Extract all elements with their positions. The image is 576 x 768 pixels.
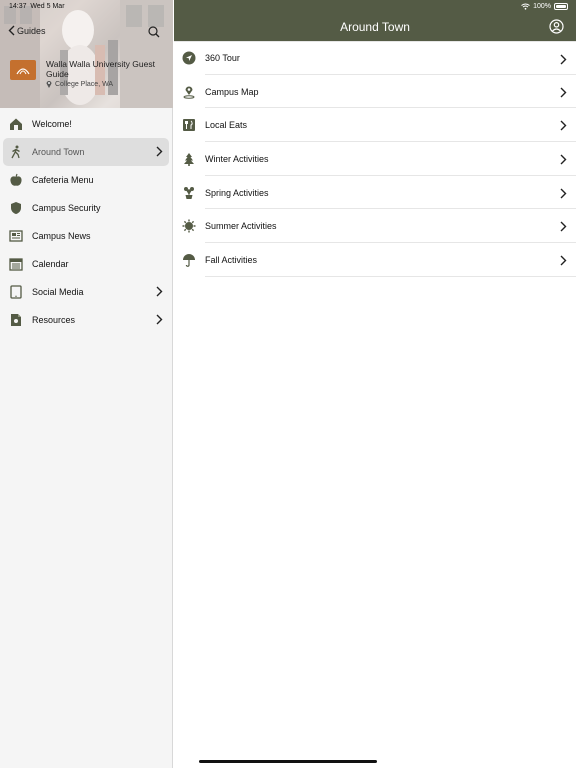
guide-hero: Guides Walla Walla University Guest Guid…: [0, 0, 173, 108]
chevron-right-icon: [560, 221, 567, 232]
battery-icon: [554, 3, 568, 10]
sidebar-item-label: Cafeteria Menu: [32, 175, 94, 185]
umbrella-icon: [181, 252, 197, 268]
sidebar-item-around-town[interactable]: Around Town: [0, 138, 172, 166]
list-item-local-eats[interactable]: Local Eats: [174, 108, 576, 142]
document-icon: [8, 312, 24, 328]
chevron-right-icon: [560, 120, 567, 131]
sidebar-item-label: Campus Security: [32, 203, 101, 213]
list-item-winter-activities[interactable]: Winter Activities: [174, 142, 576, 176]
sidebar-item-social-media[interactable]: Social Media: [0, 278, 172, 306]
chevron-right-icon: [156, 286, 163, 297]
chevron-left-icon: [8, 25, 15, 36]
sidebar-item-label: Campus News: [32, 231, 91, 241]
page-title: Around Town: [340, 20, 410, 34]
list-item-360-tour[interactable]: 360 Tour: [174, 41, 576, 75]
sidebar-item-calendar[interactable]: Calendar: [0, 250, 172, 278]
tablet-icon: [8, 284, 24, 300]
calendar-icon: [8, 256, 24, 272]
map-pin-icon: [181, 84, 197, 100]
back-button-label: Guides: [17, 25, 46, 36]
list-item-label: Local Eats: [205, 120, 248, 131]
status-time: 14:37 Wed 5 Mar: [9, 3, 65, 10]
sidebar-item-campus-news[interactable]: Campus News: [0, 222, 172, 250]
user-profile-icon: [549, 19, 564, 34]
location-pin-icon: [46, 81, 52, 88]
list-item-campus-map[interactable]: Campus Map: [174, 75, 576, 109]
sidebar-item-label: Social Media: [32, 287, 84, 297]
list-item-fall-activities[interactable]: Fall Activities: [174, 243, 576, 277]
search-icon: [148, 26, 160, 38]
list-item-label: Fall Activities: [205, 254, 258, 265]
sidebar: Guides Walla Walla University Guest Guid…: [0, 0, 173, 768]
sidebar-item-label: Calendar: [32, 259, 69, 269]
wifi-icon: [521, 3, 530, 10]
sidebar-item-cafeteria-menu[interactable]: Cafeteria Menu: [0, 166, 172, 194]
apple-icon: [8, 172, 24, 188]
sidebar-item-resources[interactable]: Resources: [0, 306, 172, 334]
flower-pot-icon: [181, 185, 197, 201]
status-indicators: 100%: [521, 3, 568, 10]
shield-icon: [8, 200, 24, 216]
guide-logo: [10, 60, 36, 80]
sidebar-item-label: Welcome!: [32, 119, 72, 129]
chevron-right-icon: [560, 255, 567, 266]
around-town-list: 360 Tour Campus Map Local Eats Winter Ac…: [174, 41, 576, 277]
sun-icon: [181, 218, 197, 234]
chevron-right-icon: [560, 188, 567, 199]
sidebar-item-label: Resources: [32, 315, 76, 325]
newspaper-icon: [8, 228, 24, 244]
list-item-label: Summer Activities: [205, 221, 277, 232]
guide-location: College Place, WA: [46, 80, 113, 88]
pine-tree-icon: [181, 151, 197, 167]
status-bar: 14:37 Wed 5 Mar 100%: [0, 0, 576, 14]
chevron-right-icon: [156, 146, 163, 157]
main-panel: Around Town 360 Tour Campus Map Local Ea…: [174, 0, 576, 768]
sidebar-item-campus-security[interactable]: Campus Security: [0, 194, 172, 222]
list-item-spring-activities[interactable]: Spring Activities: [174, 176, 576, 210]
back-button[interactable]: Guides: [8, 25, 46, 36]
sidebar-item-label: Around Town: [32, 147, 85, 157]
search-button[interactable]: [148, 25, 160, 43]
home-indicator[interactable]: [199, 760, 377, 763]
location-arrow-icon: [181, 50, 197, 66]
guide-location-label: College Place, WA: [55, 80, 114, 88]
list-item-label: Winter Activities: [205, 153, 269, 164]
guide-title: Walla Walla University Guest Guide: [46, 59, 155, 79]
chevron-right-icon: [156, 314, 163, 325]
sidebar-item-welcome[interactable]: Welcome!: [0, 110, 172, 138]
list-item-label: Spring Activities: [205, 187, 269, 198]
battery-percent: 100%: [533, 3, 551, 10]
list-item-label: 360 Tour: [205, 53, 240, 64]
hero-overlay: [0, 0, 173, 108]
walking-person-icon: [8, 144, 24, 160]
home-icon: [8, 116, 24, 132]
list-item-label: Campus Map: [205, 86, 259, 97]
chevron-right-icon: [560, 154, 567, 165]
profile-button[interactable]: [549, 19, 564, 39]
chevron-right-icon: [560, 87, 567, 98]
fork-knife-icon: [181, 117, 197, 133]
list-item-summer-activities[interactable]: Summer Activities: [174, 209, 576, 243]
sidebar-nav: Welcome! Around Town Cafeteria Menu Camp…: [0, 110, 172, 334]
university-logo-icon: [16, 68, 30, 75]
chevron-right-icon: [560, 54, 567, 65]
